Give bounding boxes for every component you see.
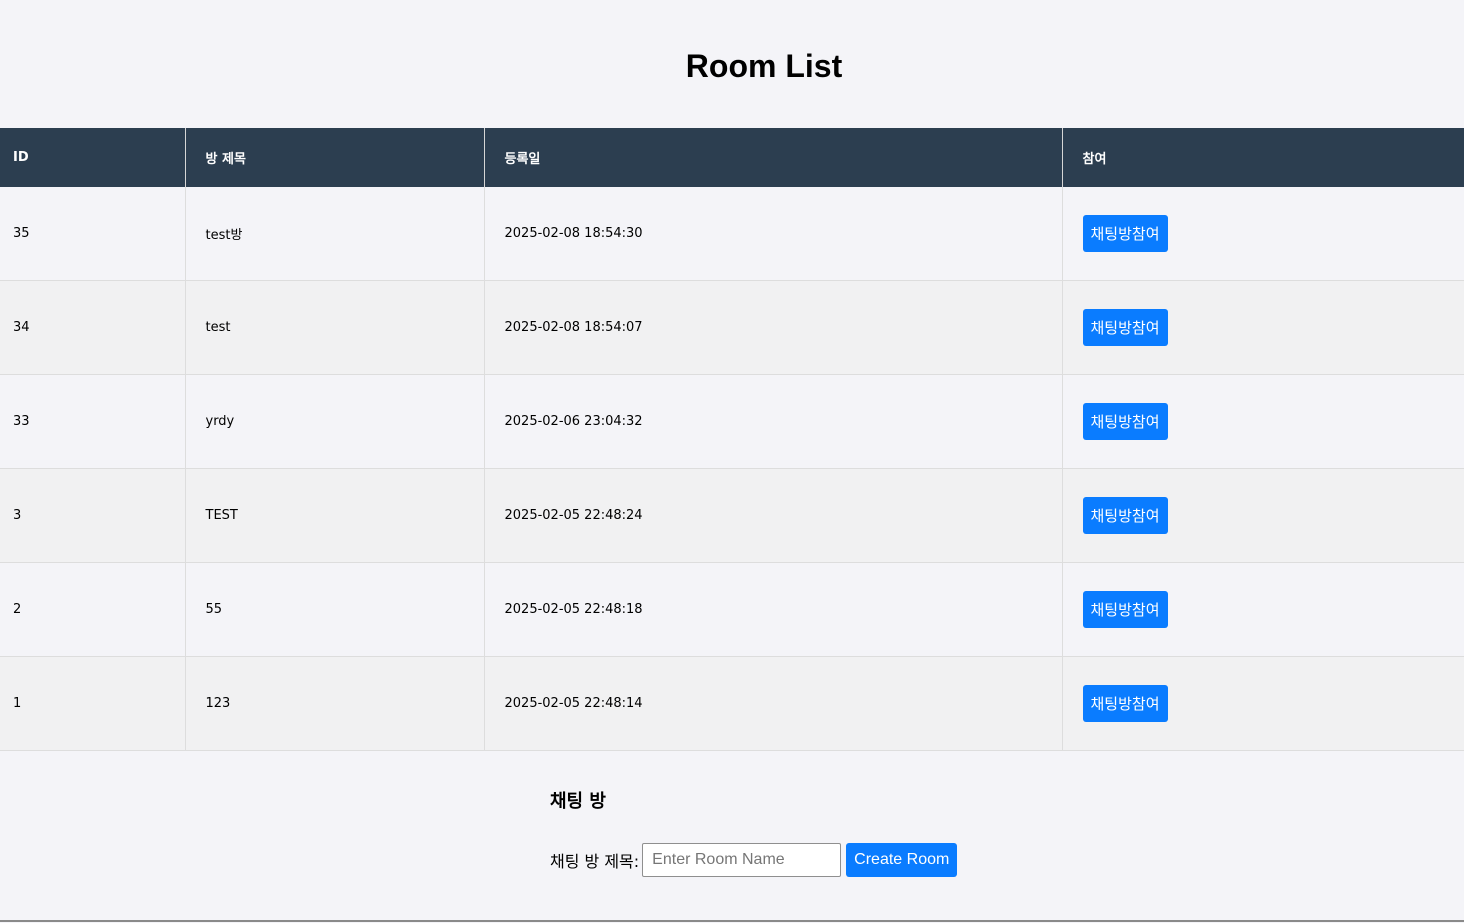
room-id-cell: 34	[0, 280, 186, 375]
table-row: 3 TEST 2025-02-05 22:48:24 채팅방참여	[0, 468, 1464, 563]
join-room-button[interactable]: 채팅방참여	[1082, 309, 1168, 346]
join-room-button[interactable]: 채팅방참여	[1082, 403, 1168, 440]
room-id-cell: 33	[0, 374, 186, 469]
room-id-cell: 3	[0, 468, 186, 563]
create-room-button[interactable]: Create Room	[846, 843, 958, 877]
room-title-cell: 123	[185, 656, 485, 751]
table-header-row: ID 방 제목 등록일 참여	[0, 128, 1464, 187]
room-date-cell: 2025-02-06 23:04:32	[484, 374, 1063, 469]
room-date-cell: 2025-02-08 18:54:30	[484, 187, 1063, 281]
room-id-cell: 2	[0, 562, 186, 657]
room-date-cell: 2025-02-05 22:48:18	[484, 562, 1063, 657]
room-date-cell: 2025-02-08 18:54:07	[484, 280, 1063, 375]
room-date-cell: 2025-02-05 22:48:24	[484, 468, 1063, 563]
column-header-title: 방 제목	[185, 128, 485, 187]
room-join-cell: 채팅방참여	[1062, 562, 1464, 657]
room-id-cell: 35	[0, 187, 186, 281]
page-title: Room List	[685, 48, 843, 84]
room-title-cell: TEST	[185, 468, 485, 563]
room-id-cell: 1	[0, 656, 186, 751]
table-row: 33 yrdy 2025-02-06 23:04:32 채팅방참여	[0, 374, 1464, 469]
table-row: 35 test방 2025-02-08 18:54:30 채팅방참여	[0, 187, 1464, 281]
room-name-label: 채팅 방 제목:	[550, 852, 640, 871]
column-header-join: 참여	[1062, 128, 1464, 187]
bottom-divider	[0, 920, 1464, 922]
room-title-cell: yrdy	[185, 374, 485, 469]
join-room-button[interactable]: 채팅방참여	[1082, 685, 1168, 722]
table-row: 34 test 2025-02-08 18:54:07 채팅방참여	[0, 280, 1464, 375]
room-join-cell: 채팅방참여	[1062, 468, 1464, 563]
column-header-id: ID	[0, 128, 186, 187]
room-join-cell: 채팅방참여	[1062, 656, 1464, 751]
table-row: 2 55 2025-02-05 22:48:18 채팅방참여	[0, 562, 1464, 657]
room-title-cell: 55	[185, 562, 485, 657]
room-name-input[interactable]	[642, 843, 842, 877]
room-title-cell: test	[185, 280, 485, 375]
room-table: ID 방 제목 등록일 참여 35 test방 2025-02-08 18:54…	[0, 128, 1464, 751]
join-room-button[interactable]: 채팅방참여	[1082, 215, 1168, 252]
room-title-cell: test방	[185, 187, 485, 281]
create-room-section: 채팅 방 채팅 방 제목: Create Room	[550, 790, 958, 877]
table-row: 1 123 2025-02-05 22:48:14 채팅방참여	[0, 656, 1464, 751]
room-join-cell: 채팅방참여	[1062, 374, 1464, 469]
room-join-cell: 채팅방참여	[1062, 280, 1464, 375]
join-room-button[interactable]: 채팅방참여	[1082, 591, 1168, 628]
join-room-button[interactable]: 채팅방참여	[1082, 497, 1168, 534]
room-join-cell: 채팅방참여	[1062, 187, 1464, 281]
column-header-date: 등록일	[484, 128, 1063, 187]
room-date-cell: 2025-02-05 22:48:14	[484, 656, 1063, 751]
create-room-heading: 채팅 방	[550, 791, 606, 812]
create-room-form: 채팅 방 제목: Create Room	[550, 843, 958, 877]
